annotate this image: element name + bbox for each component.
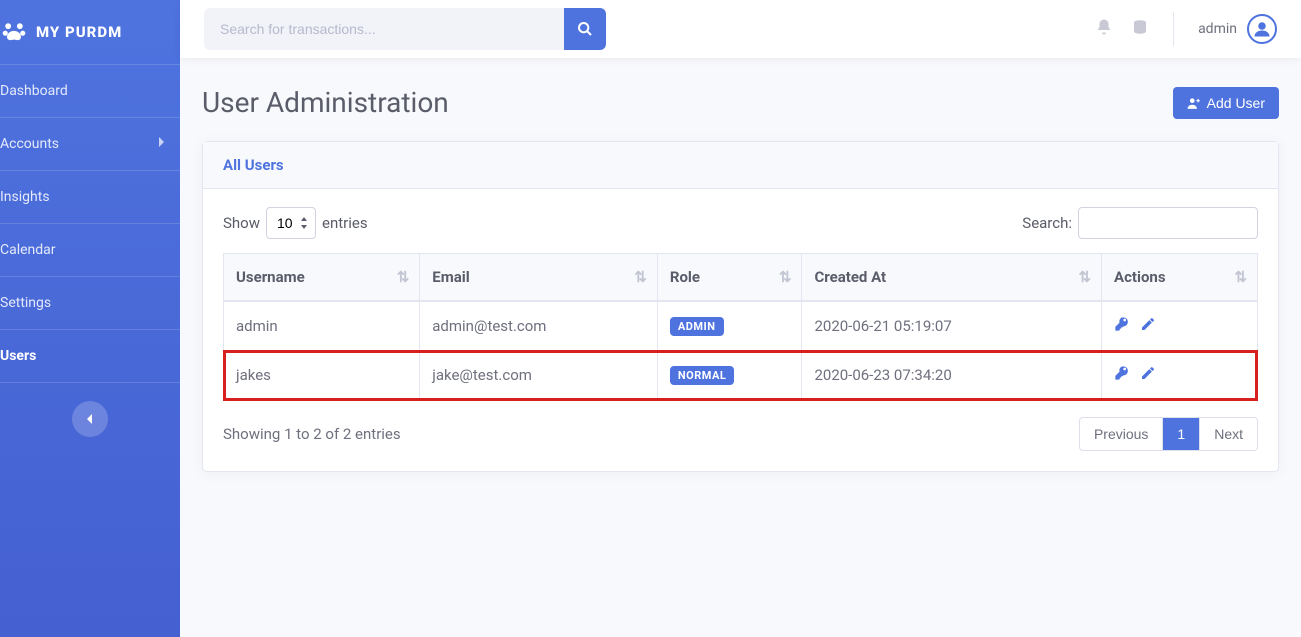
bell-icon[interactable]: [1095, 18, 1113, 40]
pagination: Previous 1 Next: [1079, 417, 1258, 451]
col-email[interactable]: Email⇅: [420, 254, 658, 302]
cell-actions: [1102, 302, 1257, 351]
sidebar-item-calendar[interactable]: Calendar: [0, 224, 180, 277]
sort-icon: ⇅: [1078, 268, 1091, 286]
show-label: Show: [223, 214, 260, 232]
cell-created-at: 2020-06-21 05:19:07: [802, 302, 1102, 351]
page-header: User Administration Add User: [202, 86, 1279, 119]
sidebar-item-label: Accounts: [0, 136, 59, 152]
key-icon: [1114, 367, 1130, 385]
content: User Administration Add User All Users S…: [180, 58, 1301, 637]
brand[interactable]: MY PURDM: [0, 0, 180, 65]
role-badge: ADMIN: [670, 317, 724, 336]
pagination-previous[interactable]: Previous: [1080, 418, 1163, 450]
pagination-page-1[interactable]: 1: [1163, 418, 1200, 450]
col-actions[interactable]: Actions⇅: [1102, 254, 1257, 302]
pagination-next[interactable]: Next: [1200, 418, 1257, 450]
cell-email: jake@test.com: [420, 351, 658, 400]
col-created-at[interactable]: Created At⇅: [802, 254, 1102, 302]
user-plus-icon: [1187, 96, 1201, 110]
sort-icon: ⇅: [397, 268, 410, 286]
search-form: [204, 8, 606, 50]
search-button[interactable]: [564, 8, 606, 50]
search-input[interactable]: [204, 8, 564, 50]
username-label: admin: [1198, 21, 1237, 37]
sidebar-item-accounts[interactable]: Accounts: [0, 118, 180, 171]
sidebar-item-insights[interactable]: Insights: [0, 171, 180, 224]
cell-role: NORMAL: [658, 351, 803, 400]
sidebar-collapse-button[interactable]: [72, 401, 108, 437]
cell-actions: [1102, 351, 1257, 400]
reset-password-button[interactable]: [1114, 318, 1130, 336]
chevron-right-icon: [158, 136, 166, 152]
search-label: Search:: [1022, 214, 1072, 232]
topbar-divider: [1173, 12, 1174, 46]
sort-icon: ⇅: [634, 268, 647, 286]
col-username[interactable]: Username⇅: [224, 254, 420, 302]
sort-icon: ⇅: [1234, 268, 1247, 286]
sidebar-collapse-wrap: [0, 383, 180, 455]
cell-username: jakes: [224, 351, 420, 400]
avatar: [1247, 14, 1277, 44]
add-user-button[interactable]: Add User: [1173, 87, 1279, 119]
sidebar: MY PURDM Dashboard Accounts Insights Cal…: [0, 0, 180, 637]
entries-label: entries: [322, 214, 368, 232]
datatable-info: Showing 1 to 2 of 2 entries: [223, 425, 401, 443]
cell-email: admin@test.com: [420, 302, 658, 351]
cell-created-at: 2020-06-23 07:34:20: [802, 351, 1102, 400]
datatable-search-input[interactable]: [1078, 207, 1258, 239]
role-badge: NORMAL: [670, 366, 734, 385]
brand-text: MY PURDM: [36, 23, 122, 41]
search-icon: [577, 21, 593, 37]
edit-user-button[interactable]: [1140, 367, 1156, 385]
coins-icon[interactable]: [1131, 18, 1149, 40]
user-menu[interactable]: admin: [1198, 14, 1277, 44]
sidebar-item-label: Insights: [0, 189, 50, 205]
add-user-label: Add User: [1207, 95, 1265, 111]
card-title: All Users: [203, 142, 1278, 189]
sidebar-item-label: Calendar: [0, 242, 56, 258]
datatable-footer: Showing 1 to 2 of 2 entries Previous 1 N…: [223, 417, 1258, 451]
sidebar-item-dashboard[interactable]: Dashboard: [0, 65, 180, 118]
topbar: admin: [180, 0, 1301, 58]
key-icon: [1114, 318, 1130, 336]
sidebar-item-settings[interactable]: Settings: [0, 277, 180, 330]
users-card: All Users Show 10 entries Search:: [202, 141, 1279, 472]
length-select[interactable]: 10: [266, 207, 316, 239]
sidebar-item-label: Users: [0, 348, 36, 364]
topbar-right: admin: [1095, 12, 1277, 46]
cell-username: admin: [224, 302, 420, 351]
main: admin User Administration Add User All U…: [180, 0, 1301, 637]
sort-icon: ⇅: [779, 268, 792, 286]
edit-icon: [1140, 318, 1156, 336]
edit-user-button[interactable]: [1140, 318, 1156, 336]
sidebar-item-label: Dashboard: [0, 83, 68, 99]
table-row: adminadmin@test.com ADMIN 2020-06-21 05:19…: [224, 302, 1257, 351]
users-table: Username⇅ Email⇅ Role⇅ Created At⇅ Actio…: [223, 253, 1258, 401]
sidebar-item-users[interactable]: Users: [0, 330, 180, 383]
paw-icon: [0, 18, 28, 46]
col-role[interactable]: Role⇅: [658, 254, 803, 302]
sidebar-item-label: Settings: [0, 295, 51, 311]
user-icon: [1253, 20, 1271, 38]
page-title: User Administration: [202, 86, 449, 119]
cell-role: ADMIN: [658, 302, 803, 351]
datatable-controls: Show 10 entries Search:: [223, 207, 1258, 239]
card-body: Show 10 entries Search: Username⇅: [203, 189, 1278, 471]
length-control: Show 10 entries: [223, 207, 368, 239]
chevron-left-icon: [85, 413, 95, 425]
search-control: Search:: [1022, 207, 1258, 239]
reset-password-button[interactable]: [1114, 367, 1130, 385]
edit-icon: [1140, 367, 1156, 385]
table-row: jakesjake@test.com NORMAL 2020-06-23 07:34…: [224, 351, 1257, 400]
